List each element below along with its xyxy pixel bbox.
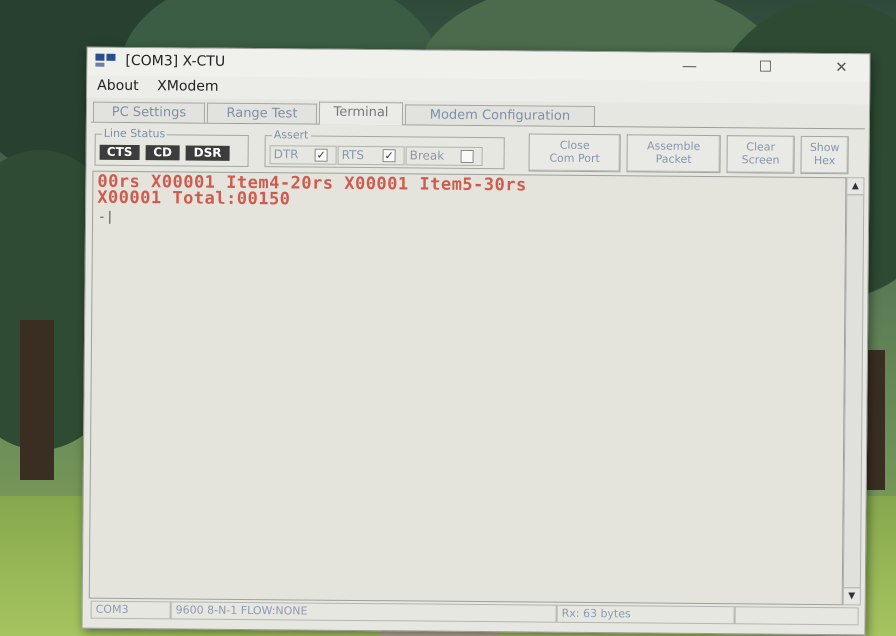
clear-screen-line2: Screen bbox=[741, 153, 780, 167]
dsr-indicator: DSR bbox=[185, 145, 230, 161]
break-label: Break bbox=[409, 148, 445, 163]
assemble-packet-line1: Assemble bbox=[647, 139, 701, 153]
close-window-button[interactable]: ✕ bbox=[821, 56, 861, 78]
minimize-button[interactable]: — bbox=[669, 55, 709, 77]
tab-pc-settings[interactable]: PC Settings bbox=[92, 101, 206, 123]
show-hex-button[interactable]: Show Hex bbox=[800, 135, 849, 175]
line-status-group: Line Status CTS CD DSR bbox=[94, 126, 249, 168]
clear-screen-line1: Clear bbox=[746, 140, 776, 154]
tab-range-test[interactable]: Range Test bbox=[206, 102, 318, 124]
break-assert[interactable]: Break bbox=[405, 146, 483, 167]
close-com-port-line1: Close bbox=[559, 138, 590, 152]
maximize-button[interactable]: ☐ bbox=[745, 55, 785, 77]
menu-about[interactable]: About bbox=[97, 78, 139, 94]
show-hex-line1: Show bbox=[809, 140, 840, 155]
dtr-checkbox[interactable]: ✓ bbox=[314, 148, 328, 162]
break-checkbox[interactable] bbox=[460, 149, 474, 163]
rts-label: RTS bbox=[341, 147, 365, 163]
assert-label: Assert bbox=[271, 128, 311, 142]
cts-indicator: CTS bbox=[99, 144, 140, 161]
dtr-label: DTR bbox=[273, 147, 299, 162]
assemble-packet-line2: Packet bbox=[655, 152, 692, 166]
scroll-up-arrow-icon[interactable]: ▲ bbox=[847, 178, 864, 196]
show-hex-line2: Hex bbox=[813, 153, 836, 168]
status-empty-cell bbox=[734, 606, 859, 626]
xctu-window: [COM3] X-CTU — ☐ ✕ About XModem PC Setti… bbox=[81, 46, 871, 636]
tab-modem-configuration[interactable]: Modem Configuration bbox=[404, 104, 596, 127]
terminal-scrollbar[interactable]: ▲ ▼ bbox=[842, 177, 865, 606]
tab-terminal[interactable]: Terminal bbox=[318, 101, 404, 126]
line-status-label: Line Status bbox=[101, 126, 168, 141]
status-rx-bytes: Rx: 63 bytes bbox=[556, 604, 735, 625]
menu-xmodem[interactable]: XModem bbox=[157, 78, 219, 95]
close-com-port-line2: Com Port bbox=[549, 151, 600, 166]
terminal-cursor: -| bbox=[98, 209, 114, 225]
scroll-down-arrow-icon[interactable]: ▼ bbox=[843, 587, 860, 605]
rts-checkbox[interactable]: ✓ bbox=[382, 149, 396, 163]
terminal-line-2: X00001 Total:00150 bbox=[97, 187, 291, 210]
window-title: [COM3] X-CTU bbox=[125, 52, 226, 70]
clear-screen-button[interactable]: Clear Screen bbox=[726, 135, 795, 174]
tab-bar: PC Settings Range Test Terminal Modem Co… bbox=[90, 99, 866, 130]
close-com-port-button[interactable]: Close Com Port bbox=[528, 133, 621, 173]
assemble-packet-button[interactable]: Assemble Packet bbox=[626, 134, 721, 174]
assert-group: Assert DTR ✓ RTS ✓ Break bbox=[264, 128, 505, 170]
terminal-output[interactable]: 00rs X00001 Item4-20rs X00001 Item5-30rs… bbox=[88, 170, 847, 606]
dtr-assert[interactable]: DTR ✓ bbox=[269, 145, 337, 165]
status-port: COM3 bbox=[90, 600, 171, 620]
cd-indicator: CD bbox=[145, 145, 180, 161]
rts-assert[interactable]: RTS ✓ bbox=[337, 145, 405, 166]
status-settings: 9600 8-N-1 FLOW:NONE bbox=[170, 601, 557, 623]
xctu-app-icon bbox=[95, 53, 117, 70]
